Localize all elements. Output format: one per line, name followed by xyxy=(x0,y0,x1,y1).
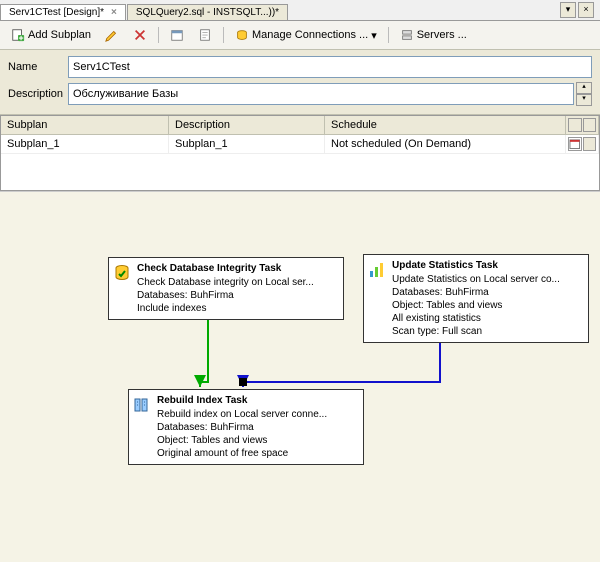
document-tabs: Serv1CTest [Design]* × SQLQuery2.sql - I… xyxy=(0,0,600,21)
task-line: Object: Tables and views xyxy=(157,434,357,447)
task-update-statistics[interactable]: Update Statistics Task Update Statistics… xyxy=(363,254,589,343)
add-subplan-label: Add Subplan xyxy=(28,29,91,41)
task-title: Rebuild Index Task xyxy=(157,394,357,407)
task-title: Update Statistics Task xyxy=(392,259,582,272)
design-canvas[interactable]: Check Database Integrity Task Check Data… xyxy=(0,191,600,562)
separator xyxy=(388,27,389,43)
task-line: Check Database integrity on Local ser... xyxy=(137,276,337,289)
delete-subplan-button[interactable] xyxy=(128,25,152,45)
toolbar-button-a[interactable] xyxy=(165,25,189,45)
tab-label: SQLQuery2.sql - INSTSQLT...))* xyxy=(136,7,279,18)
schedule-delete-button[interactable] xyxy=(583,137,597,151)
separator xyxy=(158,27,159,43)
task-line: All existing statistics xyxy=(392,312,582,325)
calendar-icon xyxy=(170,28,184,42)
database-check-icon xyxy=(113,264,131,282)
connections-icon xyxy=(235,28,249,42)
server-icon xyxy=(400,28,414,42)
add-subplan-button[interactable]: Add Subplan xyxy=(6,25,96,45)
col-schedule[interactable]: Schedule xyxy=(325,116,566,134)
grid-header: Subplan Description Schedule xyxy=(1,116,599,135)
scroll-up-icon[interactable]: ▴ xyxy=(576,82,592,94)
tab-sqlquery[interactable]: SQLQuery2.sql - INSTSQLT...))* xyxy=(127,4,288,20)
task-line: Databases: BuhFirma xyxy=(157,421,357,434)
delete-icon xyxy=(133,28,147,42)
grid-header-button[interactable] xyxy=(583,118,597,132)
grid-header-button[interactable] xyxy=(568,118,582,132)
table-row[interactable]: Subplan_1 Subplan_1 Not scheduled (On De… xyxy=(1,135,599,154)
statistics-icon xyxy=(368,261,386,279)
form-panel: Name Description ▴ ▾ xyxy=(0,50,600,115)
pencil-icon xyxy=(105,28,119,42)
col-subplan[interactable]: Subplan xyxy=(1,116,169,134)
col-description[interactable]: Description xyxy=(169,116,325,134)
add-subplan-icon xyxy=(11,28,25,42)
task-line: Object: Tables and views xyxy=(392,299,582,312)
manage-connections-button[interactable]: Manage Connections ... ▾ xyxy=(230,25,382,45)
servers-button[interactable]: Servers ... xyxy=(395,25,472,45)
task-line: Update Statistics on Local server co... xyxy=(392,273,582,286)
connectors xyxy=(0,192,600,562)
name-label: Name xyxy=(8,61,68,73)
rebuild-index-icon xyxy=(133,396,151,414)
tab-design[interactable]: Serv1CTest [Design]* × xyxy=(0,4,126,20)
toolbar: Add Subplan Manage Connections ... ▾ Ser… xyxy=(0,21,600,50)
task-check-integrity[interactable]: Check Database Integrity Task Check Data… xyxy=(108,257,344,320)
description-label: Description xyxy=(8,88,68,100)
close-icon[interactable]: × xyxy=(578,2,594,18)
manage-connections-label: Manage Connections ... xyxy=(252,29,368,41)
schedule-edit-button[interactable] xyxy=(568,137,582,151)
edit-subplan-button[interactable] xyxy=(100,25,124,45)
scroll-down-icon[interactable]: ▾ xyxy=(576,94,592,106)
task-rebuild-index[interactable]: Rebuild Index Task Rebuild index on Loca… xyxy=(128,389,364,465)
name-input[interactable] xyxy=(68,56,592,78)
col-actions xyxy=(566,116,599,134)
separator xyxy=(223,27,224,43)
task-title: Check Database Integrity Task xyxy=(137,262,337,275)
toolbar-button-b[interactable] xyxy=(193,25,217,45)
cell-schedule: Not scheduled (On Demand) xyxy=(325,135,566,153)
window-dropdown-icon[interactable]: ▾ xyxy=(560,2,576,18)
report-icon xyxy=(198,28,212,42)
cell-subplan: Subplan_1 xyxy=(1,135,169,153)
task-line: Databases: BuhFirma xyxy=(392,286,582,299)
task-line: Rebuild index on Local server conne... xyxy=(157,408,357,421)
subplan-grid: Subplan Description Schedule Subplan_1 S… xyxy=(0,115,600,191)
description-input[interactable] xyxy=(68,83,574,105)
task-line: Scan type: Full scan xyxy=(392,325,582,338)
tab-label: Serv1CTest [Design]* xyxy=(9,7,104,18)
cell-description: Subplan_1 xyxy=(169,135,325,153)
close-icon[interactable]: × xyxy=(111,7,117,18)
servers-label: Servers ... xyxy=(417,29,467,41)
task-line: Databases: BuhFirma xyxy=(137,289,337,302)
task-line: Original amount of free space xyxy=(157,447,357,460)
task-line: Include indexes xyxy=(137,302,337,315)
chevron-down-icon: ▾ xyxy=(371,29,377,42)
